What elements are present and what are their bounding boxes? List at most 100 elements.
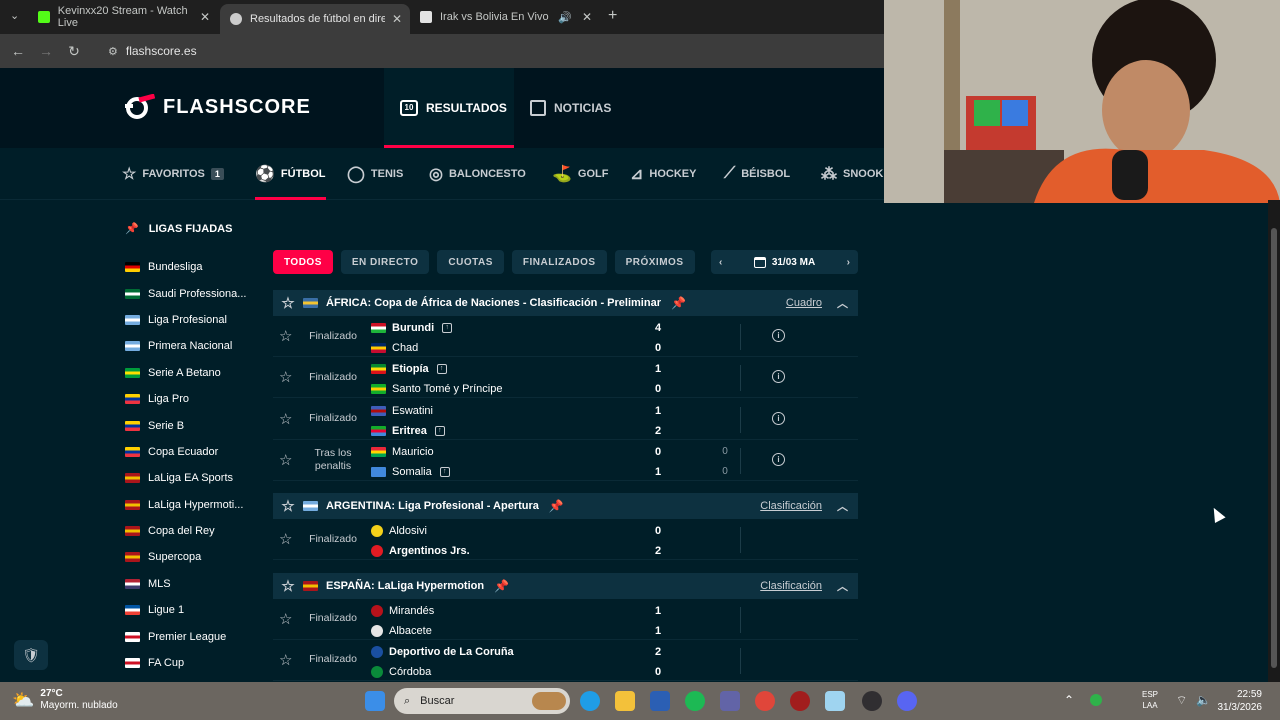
pinned-league-item[interactable]: Ligue 1 — [125, 597, 246, 623]
url-field[interactable]: ⚙ flashscore.es — [108, 44, 197, 58]
star-icon[interactable]: ☆ — [273, 577, 303, 595]
sport-snooker[interactable]: ⁂ SNOOK — [821, 148, 883, 200]
nav-resultados[interactable]: 10 RESULTADOS — [384, 68, 514, 148]
date-button[interactable]: 31/03 MA — [753, 256, 815, 268]
pinned-league-item[interactable]: FA Cup — [125, 650, 246, 676]
back-icon[interactable]: ← — [4, 43, 32, 59]
sport-baloncesto[interactable]: ◎ BALONCESTO — [429, 148, 526, 200]
pinned-league-item[interactable]: Copa Ecuador — [125, 439, 246, 465]
game-app-icon[interactable] — [790, 691, 810, 711]
match-row[interactable]: ☆ Finalizado Eswatini Eritrea ↑ 1 2 i — [273, 399, 858, 440]
pinned-league-item[interactable]: LaLiga EA Sports — [125, 465, 246, 491]
standings-link[interactable]: Cuadro — [786, 297, 822, 309]
star-icon[interactable]: ☆ — [273, 497, 303, 515]
edge-browser-icon[interactable] — [580, 691, 600, 711]
league-title[interactable]: ESPAÑA: LaLiga Hypermotion — [326, 580, 484, 592]
pinned-league-item[interactable]: MLS — [125, 571, 246, 597]
forward-icon[interactable]: → — [32, 43, 60, 59]
privacy-shield-button[interactable]: 🛡 — [14, 640, 48, 670]
pinned-league-item[interactable]: Primera Nacional — [125, 333, 246, 359]
standings-link[interactable]: Clasificación — [760, 500, 822, 512]
match-info-icon[interactable]: i — [772, 452, 785, 466]
pinned-league-item[interactable]: Serie B — [125, 412, 246, 438]
keyboard-language[interactable]: ESP LAA — [1142, 689, 1158, 711]
pinned-league-item[interactable]: LaLiga Hypermoti... — [125, 492, 246, 518]
match-info-icon[interactable]: i — [772, 370, 785, 384]
pinned-league-item[interactable]: Supercopa — [125, 544, 246, 570]
pinned-league-item[interactable]: Premier League — [125, 623, 246, 649]
star-icon[interactable]: ☆ — [279, 530, 292, 548]
chevron-up-icon[interactable]: ︿ — [837, 295, 848, 311]
browser-tab-flashscore[interactable]: Resultados de fútbol en directo ✕ — [220, 4, 410, 34]
pinned-league-item[interactable]: Saudi Professiona... — [125, 280, 246, 306]
site-info-icon[interactable]: ⚙ — [108, 45, 118, 58]
star-icon[interactable]: ☆ — [279, 327, 292, 345]
match-info-icon[interactable]: i — [772, 329, 785, 342]
filter-cuotas[interactable]: CUOTAS — [437, 250, 504, 274]
spotify-icon[interactable] — [685, 691, 705, 711]
scrollbar-thumb[interactable] — [1271, 228, 1277, 668]
pinned-league-item[interactable]: Serie A Betano — [125, 360, 246, 386]
page-scrollbar[interactable] — [1268, 200, 1280, 682]
star-icon[interactable]: ☆ — [279, 651, 292, 669]
windows-start-icon[interactable] — [365, 691, 385, 711]
network-icon[interactable] — [1090, 694, 1102, 706]
speaker-icon[interactable]: 🔊 — [558, 11, 572, 24]
standings-link[interactable]: Clasificación — [760, 580, 822, 592]
sport-beisbol[interactable]: ⟋ BÉISBOL — [724, 148, 790, 200]
teams-icon[interactable] — [720, 691, 740, 711]
nav-noticias[interactable]: NOTICIAS — [530, 68, 611, 148]
match-row[interactable]: ☆ Finalizado Etiopía ↑ Santo Tomé y Príncipe… — [273, 357, 858, 399]
star-icon[interactable]: ☆ — [279, 368, 292, 386]
browser-tab-irak-bolivia[interactable]: Irak vs Bolivia En Vivo | Rep 🔊 ✕ — [410, 4, 600, 30]
league-title[interactable]: ARGENTINA: Liga Profesional - Apertura — [326, 500, 539, 512]
system-clock[interactable]: 22:59 31/3/2026 — [1218, 688, 1263, 714]
obs-icon[interactable] — [862, 691, 882, 711]
filter-en-directo[interactable]: EN DIRECTO — [340, 250, 430, 274]
previous-day-icon[interactable]: ‹ — [719, 257, 722, 268]
sport-hockey[interactable]: ⊿ HOCKEY — [630, 148, 696, 200]
sport-favoritos[interactable]: ☆ FAVORITOS 1 — [122, 148, 224, 200]
pin-icon[interactable]: 📌 — [671, 296, 686, 310]
close-tab-icon[interactable]: ✕ — [582, 10, 592, 24]
pinned-league-item[interactable]: Copa del Rey — [125, 518, 246, 544]
pinned-league-item[interactable]: Bundesliga — [125, 254, 246, 280]
filter-proximos[interactable]: PRÓXIMOS — [614, 250, 695, 274]
discord-icon[interactable] — [897, 691, 917, 711]
pin-icon[interactable]: 📌 — [549, 499, 564, 513]
flashscore-logo[interactable]: FLASHSCORE — [125, 94, 311, 120]
star-icon[interactable]: ☆ — [279, 410, 292, 428]
match-row[interactable]: ☆ Finalizado Deportivo de La Coruña Córdoba… — [273, 640, 858, 681]
match-row[interactable]: ☆ Finalizado Mirandés Albacete 1 1 — [273, 599, 858, 640]
pinned-league-item[interactable]: Liga Pro — [125, 386, 246, 412]
match-row[interactable]: ☆ Finalizado Aldosivi Argentinos Jrs. 0 2 — [273, 519, 858, 561]
pin-icon[interactable]: 📌 — [494, 579, 509, 593]
chevron-up-icon[interactable]: ︿ — [837, 498, 848, 514]
filter-todos[interactable]: TODOS — [273, 250, 333, 274]
sport-tenis[interactable]: ◯ TENIS — [347, 148, 403, 200]
close-tab-icon[interactable]: ✕ — [392, 12, 402, 26]
filter-finalizados[interactable]: FINALIZADOS — [511, 250, 607, 274]
pinned-league-item[interactable]: Liga Profesional — [125, 307, 246, 333]
star-icon[interactable]: ☆ — [279, 451, 292, 469]
sport-golf[interactable]: ⛳ GOLF — [552, 148, 608, 200]
wifi-icon[interactable]: ⌔ — [1176, 693, 1187, 708]
match-info-icon[interactable]: i — [772, 411, 785, 425]
reload-icon[interactable]: ↻ — [60, 43, 88, 60]
chrome-icon[interactable] — [755, 691, 775, 711]
match-row[interactable]: ☆ Tras los penaltis Mauricio Somalia ↑ 0 1 0 0 i — [273, 440, 858, 481]
taskbar-search[interactable]: ⌕ Buscar — [394, 688, 570, 714]
star-icon[interactable]: ☆ — [273, 294, 303, 312]
sport-futbol[interactable]: ⚽ FÚTBOL — [255, 148, 326, 200]
tab-list-dropdown-icon[interactable]: ⌄ — [10, 9, 19, 22]
next-day-icon[interactable]: › — [847, 257, 850, 268]
chevron-up-icon[interactable]: ︿ — [837, 578, 848, 594]
match-row[interactable]: ☆ Finalizado Burundi ↑ Chad 4 0 i — [273, 316, 858, 357]
show-hidden-icons-icon[interactable]: ⌃ — [1064, 693, 1074, 707]
word-icon[interactable] — [650, 691, 670, 711]
new-tab-button[interactable]: + — [608, 7, 617, 25]
file-explorer-icon[interactable] — [615, 691, 635, 711]
weather-widget[interactable]: ⛅ 27°C Mayorm. nublado — [12, 688, 118, 712]
close-tab-icon[interactable]: ✕ — [200, 10, 210, 24]
star-icon[interactable]: ☆ — [279, 610, 292, 628]
